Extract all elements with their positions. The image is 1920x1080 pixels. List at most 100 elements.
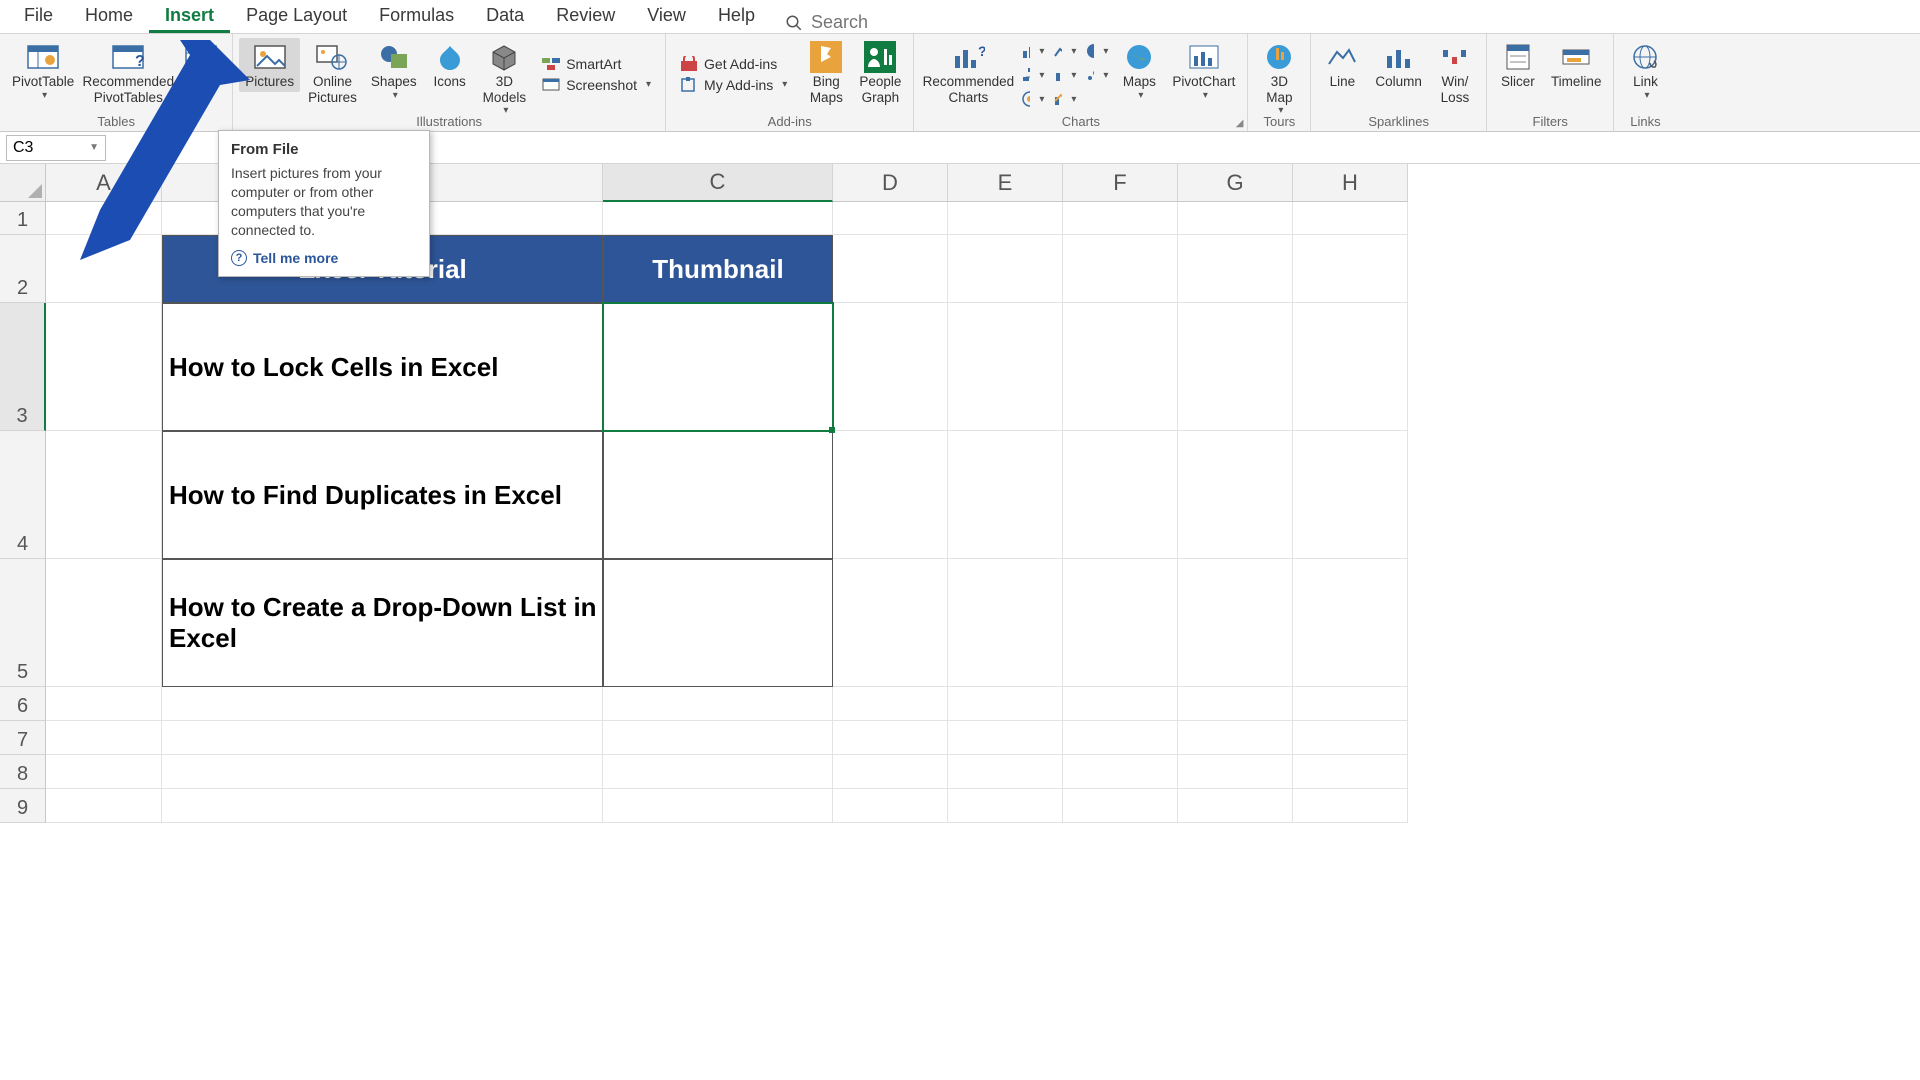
maps-button[interactable]: Maps▾ [1114,38,1164,103]
cell-c1[interactable] [603,202,833,235]
cell-d1[interactable] [833,202,948,235]
search-input[interactable] [811,12,931,33]
row-header-6[interactable]: 6 [0,687,46,721]
cell-h6[interactable] [1293,687,1408,721]
cell-c7[interactable] [603,721,833,755]
col-header-d[interactable]: D [833,164,948,202]
chart-scatter-button[interactable]: ▾ [1082,64,1112,86]
table-button[interactable]: Table [176,38,226,92]
tab-help[interactable]: Help [702,0,771,33]
tab-review[interactable]: Review [540,0,631,33]
cell-c3[interactable] [603,303,833,431]
row-header-2[interactable]: 2 [0,235,46,303]
sparkline-column-button[interactable]: Column [1369,38,1428,92]
cell-g9[interactable] [1178,789,1293,823]
slicer-button[interactable]: Slicer [1493,38,1543,92]
chart-pie-button[interactable]: ▾ [1082,40,1112,62]
cell-e6[interactable] [948,687,1063,721]
cell-a1[interactable] [46,202,162,235]
cell-d2[interactable] [833,235,948,303]
cell-d7[interactable] [833,721,948,755]
cell-f8[interactable] [1063,755,1178,789]
cell-area[interactable]: Excel Tutorial Thumbnail How to Lock Cel… [46,202,1408,823]
tab-page-layout[interactable]: Page Layout [230,0,363,33]
cell-f6[interactable] [1063,687,1178,721]
pivotchart-button[interactable]: PivotChart▾ [1166,38,1241,103]
cell-e7[interactable] [948,721,1063,755]
cell-f3[interactable] [1063,303,1178,431]
cell-h9[interactable] [1293,789,1408,823]
3d-models-button[interactable]: 3D Models▾ [477,38,533,119]
cell-h3[interactable] [1293,303,1408,431]
timeline-button[interactable]: Timeline [1545,38,1608,92]
tab-formulas[interactable]: Formulas [363,0,470,33]
cell-g2[interactable] [1178,235,1293,303]
my-addins-button[interactable]: My Add-ins▾ [676,76,791,94]
cell-f1[interactable] [1063,202,1178,235]
sparkline-winloss-button[interactable]: Win/ Loss [1430,38,1480,107]
cell-c2[interactable]: Thumbnail [603,235,833,303]
cell-b9[interactable] [162,789,603,823]
cell-e2[interactable] [948,235,1063,303]
online-pictures-button[interactable]: Online Pictures [302,38,363,107]
tab-home[interactable]: Home [69,0,149,33]
cell-c9[interactable] [603,789,833,823]
cell-b4[interactable]: How to Find Duplicates in Excel [162,431,603,559]
cell-d6[interactable] [833,687,948,721]
cell-e8[interactable] [948,755,1063,789]
bing-maps-button[interactable]: Bing Maps [801,38,851,107]
cell-e1[interactable] [948,202,1063,235]
cell-h4[interactable] [1293,431,1408,559]
row-header-5[interactable]: 5 [0,559,46,687]
cell-c6[interactable] [603,687,833,721]
chart-combo-button[interactable]: ▾ [1018,88,1048,110]
col-header-a[interactable]: A [46,164,162,202]
cell-a4[interactable] [46,431,162,559]
get-addins-button[interactable]: Get Add-ins [676,55,791,73]
cell-f2[interactable] [1063,235,1178,303]
row-header-4[interactable]: 4 [0,431,46,559]
cell-e3[interactable] [948,303,1063,431]
cell-d4[interactable] [833,431,948,559]
cell-d9[interactable] [833,789,948,823]
cell-a2[interactable] [46,235,162,303]
link-button[interactable]: Link▾ [1620,38,1670,103]
recommended-pivottables-button[interactable]: ? Recommended PivotTables [82,38,174,107]
tab-data[interactable]: Data [470,0,540,33]
cell-g1[interactable] [1178,202,1293,235]
cell-f7[interactable] [1063,721,1178,755]
cell-h1[interactable] [1293,202,1408,235]
col-header-g[interactable]: G [1178,164,1293,202]
tab-view[interactable]: View [631,0,702,33]
row-header-8[interactable]: 8 [0,755,46,789]
cell-a7[interactable] [46,721,162,755]
cell-g7[interactable] [1178,721,1293,755]
screenshot-button[interactable]: Screenshot▾ [538,76,655,94]
charts-dialog-launcher[interactable]: ◢ [1236,118,1244,129]
cell-g3[interactable] [1178,303,1293,431]
cell-f5[interactable] [1063,559,1178,687]
chart-line-button[interactable]: ▾ [1050,40,1080,62]
row-header-9[interactable]: 9 [0,789,46,823]
cell-f9[interactable] [1063,789,1178,823]
cell-g4[interactable] [1178,431,1293,559]
col-header-e[interactable]: E [948,164,1063,202]
smartart-button[interactable]: SmartArt [538,55,655,73]
cell-h7[interactable] [1293,721,1408,755]
cell-d3[interactable] [833,303,948,431]
pictures-button[interactable]: Pictures [239,38,300,92]
cell-h8[interactable] [1293,755,1408,789]
select-all-corner[interactable] [0,164,46,202]
chevron-down-icon[interactable]: ▼ [89,142,99,153]
cell-b6[interactable] [162,687,603,721]
people-graph-button[interactable]: People Graph [853,38,907,107]
cell-a3[interactable] [46,303,162,431]
recommended-charts-button[interactable]: ? Recommended Charts [920,38,1016,107]
cell-g5[interactable] [1178,559,1293,687]
cell-a6[interactable] [46,687,162,721]
pivottable-button[interactable]: PivotTable▾ [6,38,80,103]
tab-insert[interactable]: Insert [149,0,230,33]
col-header-c[interactable]: C [603,164,833,202]
icons-button[interactable]: Icons [425,38,475,92]
cell-b7[interactable] [162,721,603,755]
